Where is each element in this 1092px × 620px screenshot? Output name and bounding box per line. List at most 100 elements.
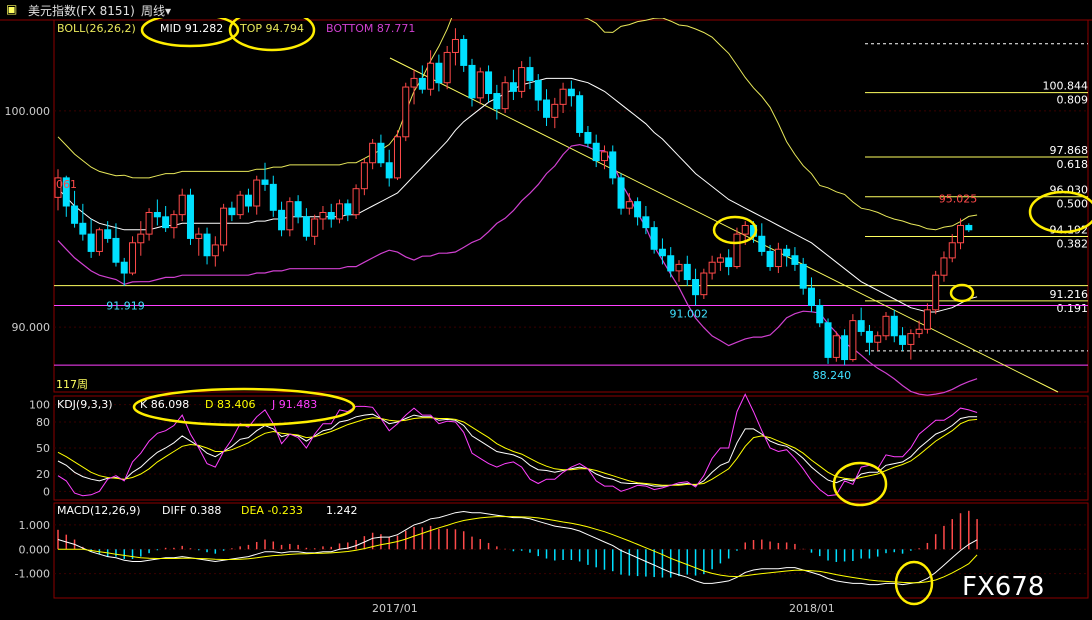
candle-body: [104, 229, 112, 239]
candle-body: [393, 136, 401, 179]
candle-body: [600, 151, 608, 162]
candle-body: [443, 51, 451, 84]
candle-body: [923, 309, 931, 330]
kdj-tick-label: 0: [43, 485, 50, 498]
candle-body: [319, 211, 327, 220]
candle-body: [344, 203, 352, 216]
candle-body: [377, 142, 385, 164]
candle-body: [95, 229, 103, 252]
candle-body: [890, 315, 898, 337]
candle-body: [642, 216, 650, 229]
candle-body: [899, 335, 907, 345]
candle-body: [451, 38, 459, 53]
candle-body: [683, 263, 691, 281]
candle-body: [311, 218, 319, 237]
chart-canvas[interactable]: 100.8440.80997.8680.61896.0300.50094.192…: [0, 0, 1092, 620]
candle-body: [733, 233, 741, 268]
boll-mid-value: MID 91.282: [160, 22, 223, 35]
candle-body: [518, 67, 526, 92]
kdj-label: KDJ(9,3,3): [57, 398, 113, 411]
fib-price-label: 91.216: [1050, 288, 1089, 301]
candle-body: [261, 179, 269, 185]
candle-body: [526, 67, 534, 82]
period-selector[interactable]: 周线▾: [141, 2, 171, 19]
period-count-label: 117周: [56, 378, 88, 391]
candle-body: [758, 235, 766, 252]
price-annotation: 061: [56, 178, 77, 191]
boll-bottom-value: BOTTOM 87.771: [326, 22, 415, 35]
candle-body: [220, 207, 228, 246]
candle-body: [410, 77, 418, 88]
macd-hist-value: 1.242: [326, 504, 358, 517]
candle-body: [485, 71, 493, 95]
candle-body: [137, 233, 145, 244]
kdj-tick-label: 50: [36, 442, 50, 455]
candle-body: [195, 233, 203, 239]
candle-body: [948, 242, 956, 259]
macd-tick-label: -1.000: [15, 568, 50, 581]
kdj-d-value: D 83.406: [205, 398, 255, 411]
fib-ratio-label: 0.809: [1057, 94, 1089, 107]
candle-body: [700, 272, 708, 296]
menu-square-icon[interactable]: ▣: [6, 2, 17, 16]
candle-body: [857, 320, 865, 332]
candle-body: [650, 227, 658, 250]
candle-body: [162, 216, 170, 229]
price-annotation: 95.025: [939, 192, 978, 205]
macd-tick-label: 1.000: [19, 519, 51, 532]
candle-body: [874, 335, 882, 343]
candle-body: [112, 237, 120, 263]
candle-body: [667, 255, 675, 272]
period-label[interactable]: 周线: [141, 4, 165, 18]
candle-body: [145, 211, 153, 235]
candle-body: [427, 62, 435, 90]
candle-body: [783, 248, 791, 257]
candle-body: [269, 183, 277, 211]
candle-body: [543, 99, 551, 118]
candle-body: [774, 248, 782, 268]
candle-body: [129, 242, 137, 274]
candle-body: [87, 233, 95, 252]
price-annotation: 88.240: [813, 369, 852, 382]
price-annotation: 91.002: [670, 307, 709, 320]
kdj-tick-label: 100: [29, 399, 50, 412]
candle-body: [882, 315, 890, 337]
candle-body: [766, 250, 774, 268]
candle-body: [170, 214, 178, 229]
candle-body: [965, 224, 973, 231]
macd-diff-value: DIFF 0.388: [162, 504, 221, 517]
candle-body: [865, 330, 873, 343]
candle-body: [460, 38, 468, 66]
price-annotation: 91.919: [106, 300, 144, 313]
candle-body: [418, 77, 426, 90]
candle-body: [741, 224, 749, 235]
candle-body: [567, 88, 575, 97]
candle-body: [493, 93, 501, 110]
candle-body: [336, 203, 344, 220]
x-label-2018: 2018/01: [789, 602, 835, 615]
fx678-watermark: FX678: [962, 572, 1044, 602]
candle-body: [294, 201, 302, 218]
candle-body: [120, 261, 128, 274]
chevron-down-icon[interactable]: ▾: [165, 4, 171, 18]
candle-body: [501, 82, 509, 110]
fib-ratio-label: 0.382: [1057, 237, 1089, 250]
candle-body: [79, 222, 87, 235]
candle-body: [509, 82, 517, 92]
candle-body: [609, 151, 617, 179]
candle-body: [592, 142, 600, 162]
candle-body: [940, 257, 948, 276]
title-bar: ▣ 美元指数(FX 8151) 周线▾: [0, 0, 1092, 18]
candle-body: [617, 177, 625, 209]
candle-body: [369, 142, 377, 164]
fib-price-label: 94.192: [1050, 223, 1089, 236]
candle-body: [203, 233, 211, 257]
candle-body: [708, 261, 716, 274]
kdj-tick-label: 80: [36, 416, 50, 429]
candle-body: [841, 335, 849, 361]
kdj-j-value: J 91.483: [271, 398, 317, 411]
candle-body: [211, 244, 219, 257]
candle-body: [178, 194, 186, 216]
fib-price-label: 100.844: [1043, 80, 1089, 93]
candle-body: [799, 263, 807, 289]
